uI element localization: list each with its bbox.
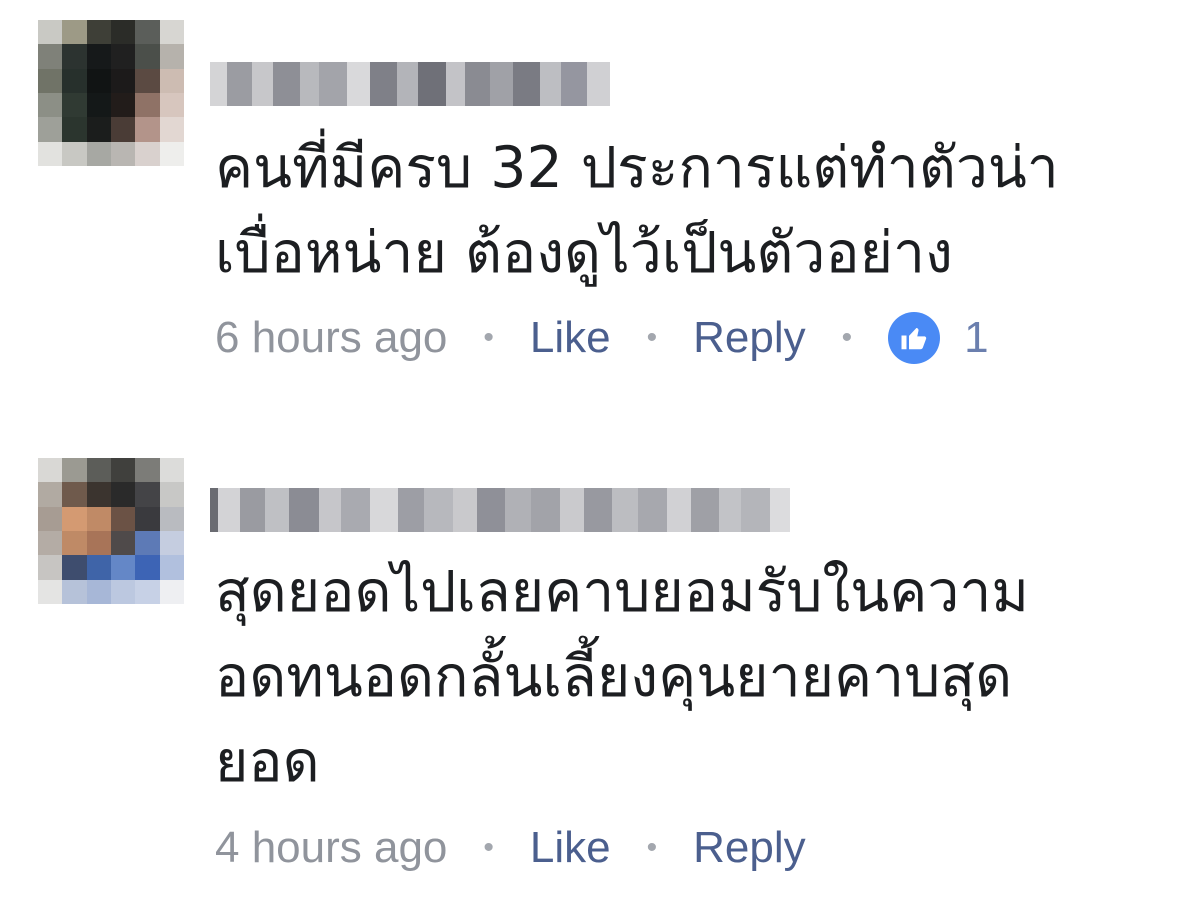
- author-name-blurred[interactable]: [210, 62, 611, 106]
- comment-actions: 4 hours ago • Like • Reply: [215, 818, 806, 878]
- like-button[interactable]: Like: [530, 313, 611, 363]
- comment-text: สุดยอดไปเลยคาบยอมรับในความ อดทนอดกลั้นเล…: [215, 559, 1029, 795]
- comment-1: คนที่มีครบ 32 ประการแต่ทำตัวน่า เบื่อหน่…: [0, 0, 1200, 400]
- separator-dot: •: [646, 321, 658, 354]
- like-button[interactable]: Like: [530, 823, 611, 873]
- timestamp[interactable]: 4 hours ago: [215, 823, 447, 873]
- reply-button[interactable]: Reply: [693, 313, 806, 363]
- comment-text: คนที่มีครบ 32 ประการแต่ทำตัวน่า เบื่อหน่…: [215, 135, 1059, 286]
- avatar[interactable]: [38, 20, 184, 166]
- separator-dot: •: [646, 831, 658, 864]
- reply-button[interactable]: Reply: [693, 823, 806, 873]
- comment-2: สุดยอดไปเลยคาบยอมรับในความ อดทนอดกลั้นเล…: [0, 400, 1200, 922]
- avatar[interactable]: [38, 458, 184, 604]
- comment-actions: 6 hours ago • Like • Reply • 1: [215, 308, 989, 368]
- timestamp[interactable]: 6 hours ago: [215, 313, 447, 363]
- separator-dot: •: [483, 321, 494, 354]
- author-name-blurred[interactable]: [210, 488, 790, 532]
- thumbs-up-icon[interactable]: [888, 312, 941, 364]
- separator-dot: •: [483, 831, 494, 864]
- reaction-count[interactable]: 1: [964, 313, 988, 363]
- separator-dot: •: [841, 321, 853, 354]
